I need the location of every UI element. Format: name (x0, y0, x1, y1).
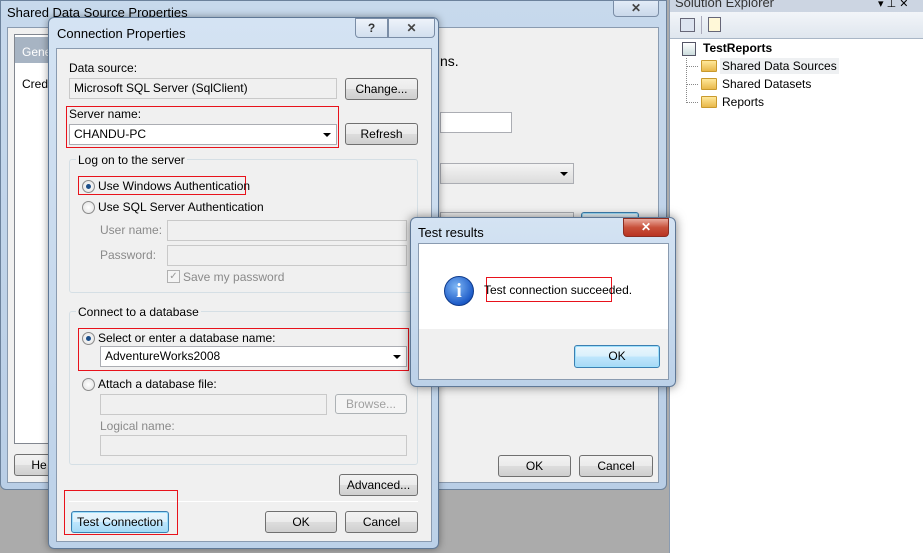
windows-auth-label[interactable]: Use Windows Authentication (98, 179, 250, 193)
change-button[interactable]: Change... (345, 78, 418, 100)
connection-properties-dialog: Connection Properties ? ✕ Data source: M… (48, 17, 439, 549)
description-text: ns. (440, 53, 459, 69)
save-password-checkbox[interactable]: ✓ (167, 270, 180, 283)
result-message: Test connection succeeded. (484, 283, 633, 297)
server-name-value: CHANDU-PC (74, 127, 146, 141)
panel-title: Solution Explorer (675, 0, 774, 10)
test-connection-button[interactable]: Test Connection (71, 511, 169, 533)
close-button[interactable]: ✕ (388, 18, 435, 38)
server-name-combobox[interactable]: CHANDU-PC (69, 124, 337, 145)
name-field[interactable] (440, 112, 512, 133)
username-label: User name: (100, 223, 163, 237)
dialog-title: Connection Properties (57, 26, 186, 41)
select-db-label[interactable]: Select or enter a database name: (98, 331, 275, 345)
ok-button[interactable]: OK (265, 511, 337, 533)
project-icon (682, 42, 696, 56)
project-node[interactable]: TestReports (703, 41, 772, 55)
data-source-field: Microsoft SQL Server (SqlClient) (69, 78, 337, 99)
sql-auth-label[interactable]: Use SQL Server Authentication (98, 200, 264, 214)
ok-button[interactable]: OK (574, 345, 660, 368)
logical-name-field[interactable] (100, 435, 407, 456)
test-results-dialog: Test results ✕ i Test connection succeed… (410, 217, 676, 387)
windows-auth-radio[interactable] (82, 180, 95, 193)
tree-item-shared-datasets[interactable]: Shared Datasets (722, 77, 811, 91)
cancel-button[interactable]: Cancel (345, 511, 418, 533)
database-combobox[interactable]: AdventureWorks2008 (100, 346, 407, 367)
help-button[interactable]: ? (355, 18, 388, 38)
data-source-label: Data source: (69, 61, 138, 75)
username-field[interactable] (167, 220, 407, 241)
chevron-down-icon[interactable] (393, 355, 401, 359)
logon-group-label: Log on to the server (76, 153, 187, 167)
save-password-label: Save my password (183, 270, 285, 284)
ok-button[interactable]: OK (498, 455, 571, 477)
attach-db-radio[interactable] (82, 378, 95, 391)
properties-icon[interactable] (680, 18, 695, 32)
close-button[interactable]: ✕ (623, 218, 669, 237)
advanced-button[interactable]: Advanced... (339, 474, 418, 496)
attach-db-field[interactable] (100, 394, 327, 415)
attach-db-label[interactable]: Attach a database file: (98, 377, 217, 391)
database-group-label: Connect to a database (76, 305, 201, 319)
pin-icon[interactable]: ▾ ⊥ ✕ (878, 0, 908, 10)
cancel-button[interactable]: Cancel (579, 455, 653, 477)
sql-auth-radio[interactable] (82, 201, 95, 214)
dialog-title: Test results (418, 225, 484, 240)
folder-icon (701, 96, 717, 108)
select-db-radio[interactable] (82, 332, 95, 345)
folder-icon (701, 78, 717, 90)
folder-icon (701, 60, 717, 72)
solution-explorer: Solution Explorer ▾ ⊥ ✕ TestReports Shar… (669, 0, 923, 553)
password-label: Password: (100, 248, 157, 262)
server-name-label: Server name: (69, 107, 142, 121)
chevron-down-icon[interactable] (323, 133, 331, 137)
tree-item-shared-data-sources[interactable]: Shared Data Sources (720, 58, 839, 74)
close-button[interactable]: ✕ (613, 0, 659, 17)
browse-button[interactable]: Browse... (335, 394, 407, 414)
tab-credentials[interactable]: Cred (22, 77, 48, 91)
type-select[interactable] (440, 163, 574, 184)
tree-item-reports[interactable]: Reports (722, 95, 764, 109)
database-value: AdventureWorks2008 (105, 349, 221, 363)
show-all-files-icon[interactable] (708, 17, 721, 32)
info-icon: i (444, 276, 474, 306)
logical-name-label: Logical name: (100, 419, 175, 433)
refresh-button[interactable]: Refresh (345, 123, 418, 145)
toolbar (670, 12, 923, 39)
password-field[interactable] (167, 245, 407, 266)
